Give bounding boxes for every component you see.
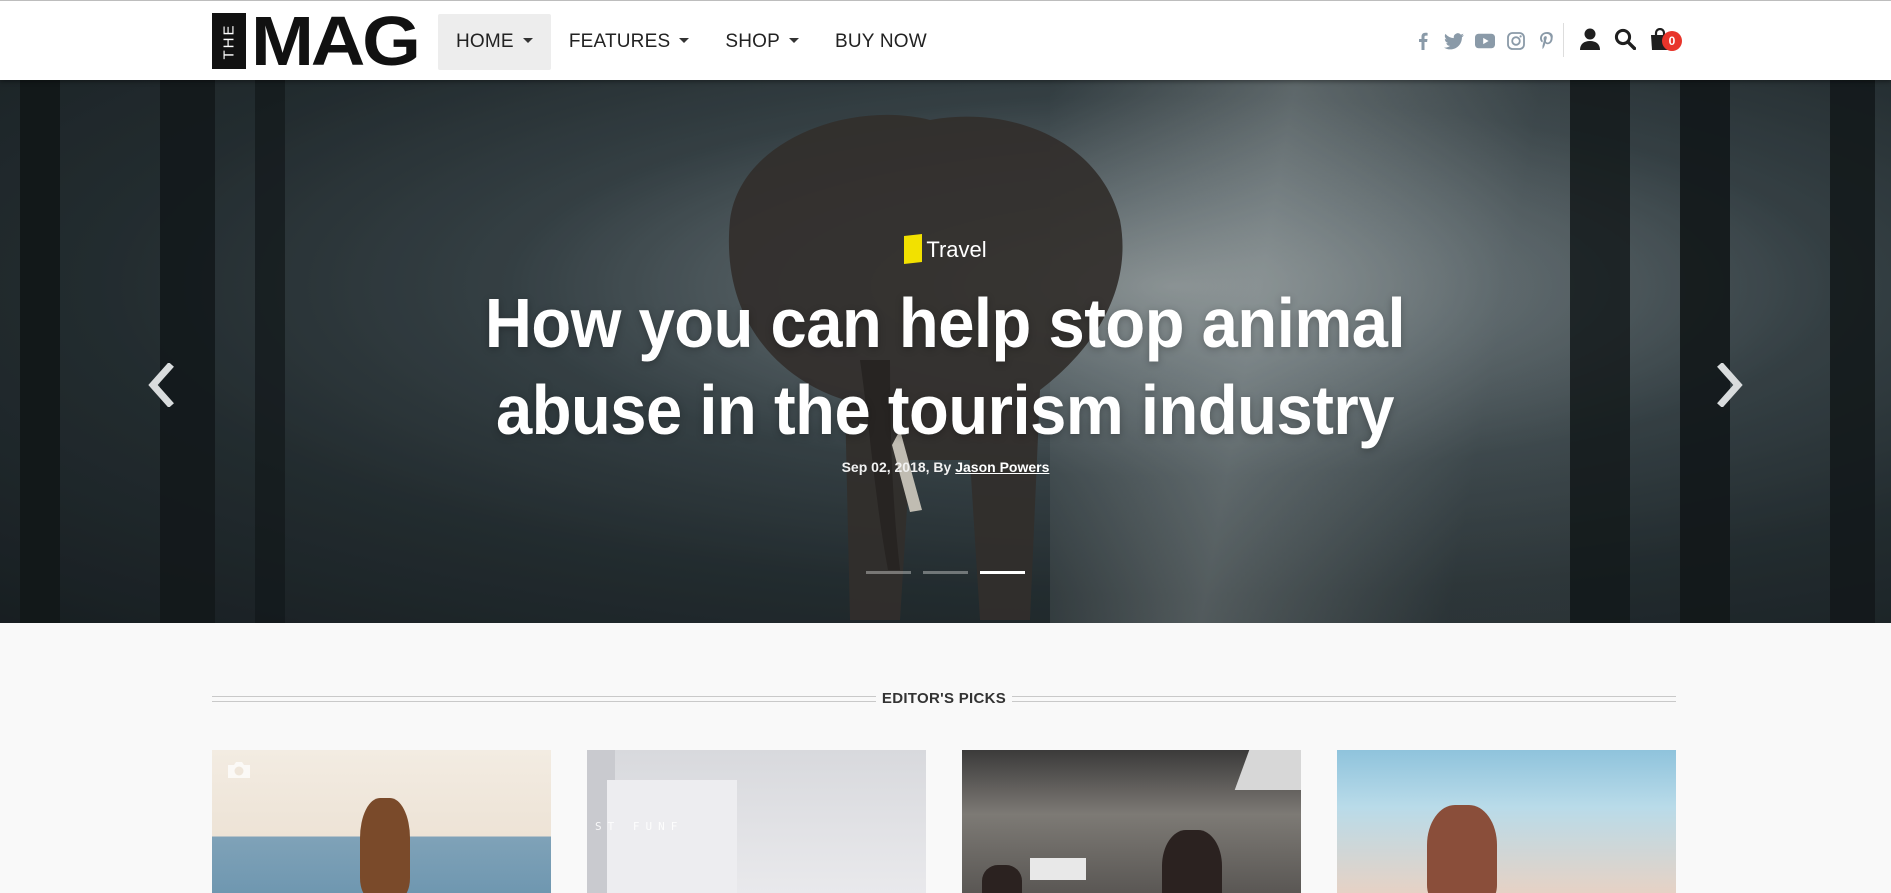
pick-image-subject — [982, 865, 1022, 893]
hero-author-link[interactable]: Jason Powers — [955, 459, 1049, 475]
header-divider — [1563, 23, 1564, 57]
pinterest-icon[interactable] — [1537, 30, 1557, 52]
nav-item-buy-now[interactable]: BUY NOW — [817, 14, 945, 70]
pick-image-shape — [1030, 858, 1086, 880]
header-tools: 0 — [1578, 25, 1682, 53]
editors-picks-header: EDITOR'S PICKS — [212, 690, 1676, 712]
slider-prev-button[interactable] — [140, 360, 180, 410]
chevron-down-icon — [522, 37, 533, 43]
pick-image-subject — [360, 798, 410, 893]
logo-small-text: THE — [220, 23, 238, 59]
camera-icon — [226, 760, 252, 785]
site-logo[interactable]: THE MAG — [212, 6, 421, 76]
nav-item-label: FEATURES — [568, 31, 671, 52]
pick-card-image[interactable] — [1337, 750, 1676, 893]
main-nav: HOME FEATURES SHOP BUY NOW — [438, 14, 945, 70]
logo-the-block: THE — [212, 13, 246, 69]
slider-dot[interactable] — [923, 571, 968, 574]
nav-item-label: BUY NOW — [835, 31, 927, 52]
cart-count-badge: 0 — [1662, 31, 1682, 51]
pick-image-text: ST FUNF — [595, 820, 684, 833]
hero-meta: Sep 02, 2018, By Jason Powers — [0, 459, 1891, 475]
hero-date: Sep 02, 2018, By — [841, 459, 956, 475]
youtube-icon[interactable] — [1475, 30, 1495, 52]
social-links — [1413, 27, 1557, 55]
slider-next-button[interactable] — [1711, 360, 1751, 410]
slider-dot-active[interactable] — [980, 571, 1025, 574]
slider-pagination — [866, 571, 1025, 574]
pick-card-image[interactable] — [212, 750, 551, 893]
pick-image-subject — [1427, 805, 1497, 893]
logo-big-text: MAG — [251, 2, 421, 80]
chevron-left-icon — [148, 363, 174, 407]
instagram-icon[interactable] — [1506, 30, 1526, 52]
pick-image-shape — [1234, 750, 1301, 790]
pick-image-subject — [1162, 830, 1222, 893]
shopping-bag-icon[interactable]: 0 — [1648, 25, 1682, 53]
hero-category[interactable]: Travel — [0, 234, 1891, 264]
chevron-down-icon — [789, 37, 800, 43]
section-rule — [1012, 696, 1676, 702]
category-marker — [904, 234, 923, 264]
slider-dot[interactable] — [866, 571, 911, 574]
search-icon[interactable] — [1613, 25, 1637, 53]
nav-item-label: SHOP — [725, 31, 781, 52]
hero-slider: Travel How you can help stop animal abus… — [0, 80, 1891, 623]
chevron-down-icon — [679, 37, 690, 43]
pick-image-shape — [607, 780, 737, 893]
nav-item-label: HOME — [456, 31, 514, 52]
nav-item-features[interactable]: FEATURES — [551, 14, 708, 70]
site-header: THE MAG HOME FEATURES SHOP BUY NOW 0 — [0, 0, 1891, 80]
nav-item-shop[interactable]: SHOP — [707, 14, 817, 70]
pick-card-image[interactable]: ST FUNF — [587, 750, 926, 893]
hero-title[interactable]: How you can help stop animal abuse in th… — [387, 280, 1503, 454]
user-icon[interactable] — [1578, 25, 1602, 53]
nav-item-home[interactable]: HOME — [438, 14, 551, 70]
facebook-icon[interactable] — [1413, 30, 1433, 52]
hero-category-label: Travel — [926, 237, 987, 262]
pick-card-image[interactable] — [962, 750, 1301, 893]
twitter-icon[interactable] — [1444, 30, 1464, 52]
chevron-right-icon — [1717, 363, 1743, 407]
